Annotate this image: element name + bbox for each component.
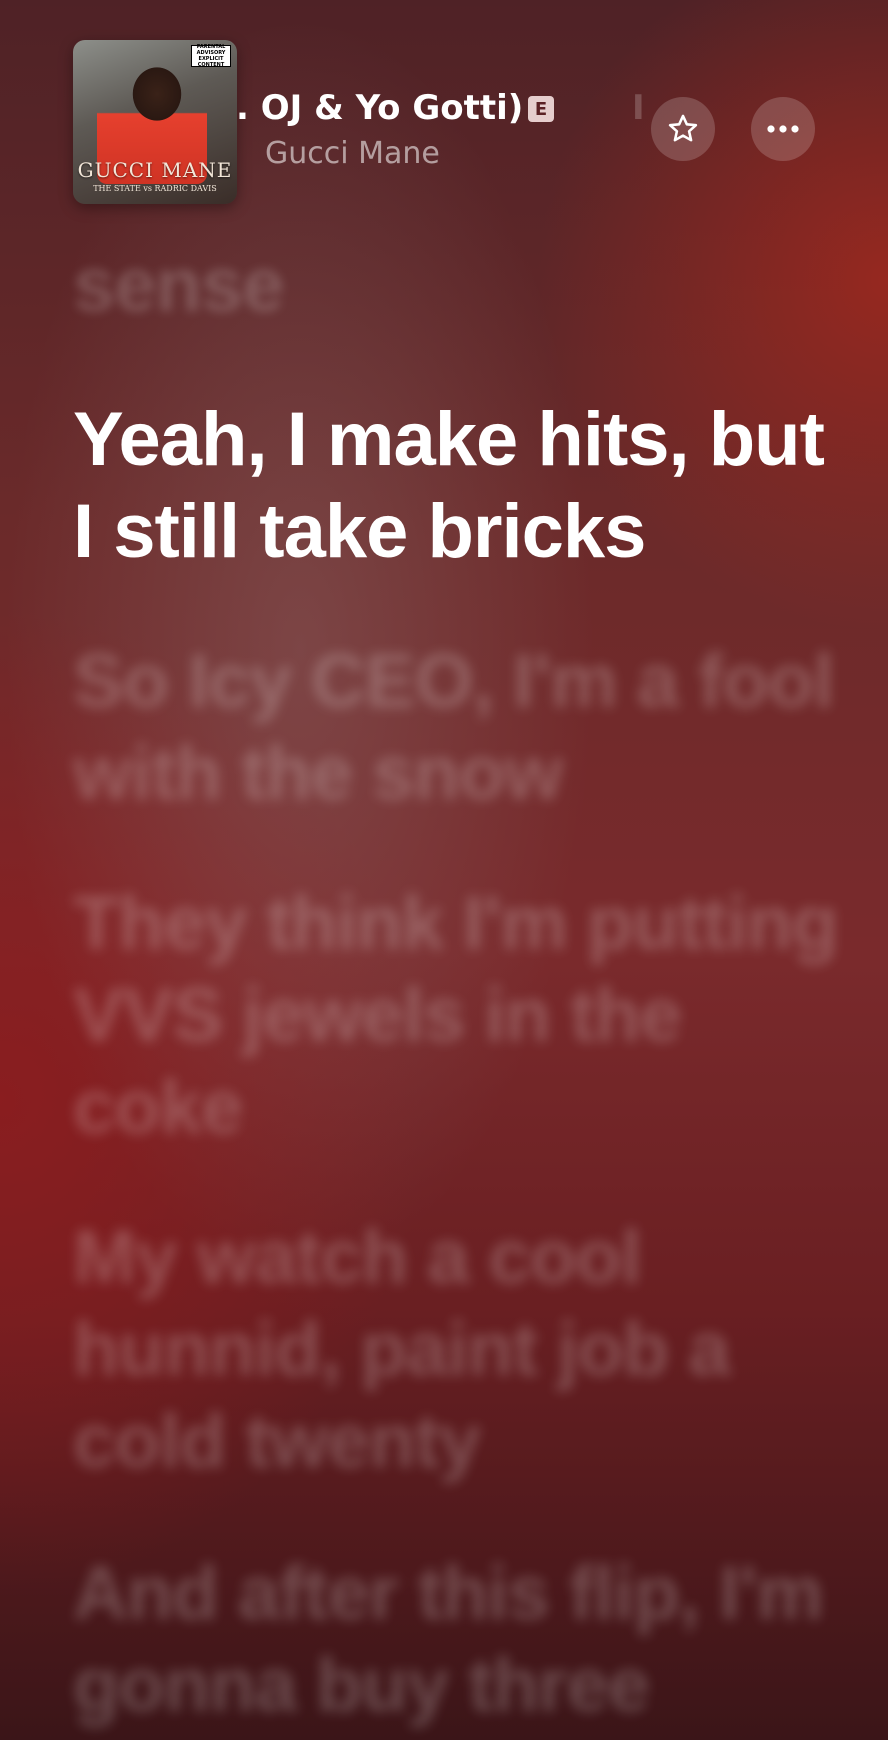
now-playing-header: PARENTAL ADVISORY EXPLICIT CONTENT GUCCI… bbox=[0, 0, 888, 220]
song-title[interactable]: . OJ & Yo Gotti) bbox=[236, 88, 556, 128]
explicit-badge: E bbox=[528, 96, 554, 122]
favorite-button[interactable] bbox=[651, 97, 715, 161]
artist-name[interactable]: Gucci Mane bbox=[265, 136, 440, 171]
album-art-subtitle: THE STATE vs RADRIC DAVIS bbox=[93, 184, 217, 193]
album-art-artist-text: GUCCI MANE bbox=[77, 158, 233, 182]
scrolling-title-fade: I bbox=[632, 88, 645, 128]
lyric-line-upcoming[interactable]: So Icy CEO, I'm a fool with the snow bbox=[73, 636, 853, 820]
lyric-line-upcoming[interactable]: They think I'm putting VVS jewels in the… bbox=[73, 878, 853, 1154]
parental-advisory-label: PARENTAL ADVISORY EXPLICIT CONTENT bbox=[191, 44, 231, 68]
more-options-button[interactable] bbox=[751, 97, 815, 161]
ellipsis-icon bbox=[767, 125, 799, 133]
lyric-line-upcoming[interactable]: My watch a cool hunnid, paint job a cold… bbox=[73, 1212, 853, 1488]
lyric-line-current[interactable]: Yeah, I make hits, but I still take bric… bbox=[73, 394, 853, 578]
album-artwork[interactable]: PARENTAL ADVISORY EXPLICIT CONTENT GUCCI… bbox=[73, 40, 237, 204]
lyric-line-previous[interactable]: sense bbox=[73, 240, 853, 332]
star-outline-icon bbox=[668, 114, 698, 142]
lyric-line-upcoming[interactable]: And after this flip, I'm gonna buy three bbox=[73, 1548, 853, 1732]
